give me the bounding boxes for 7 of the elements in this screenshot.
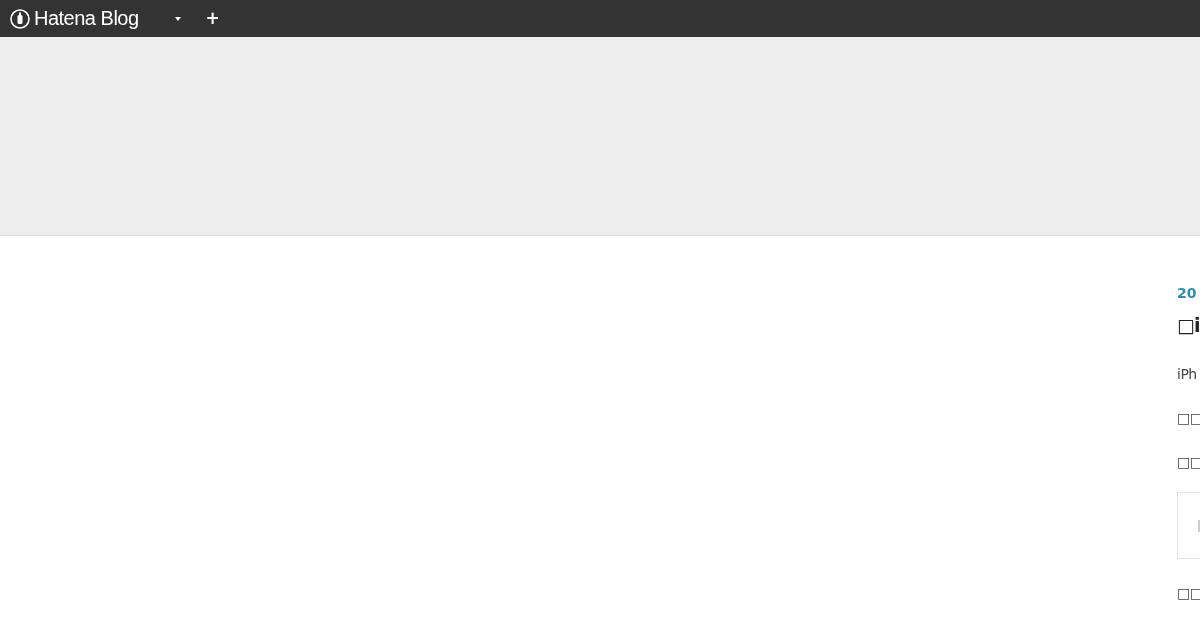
dropdown-caret-icon[interactable] — [174, 16, 181, 21]
logo-link[interactable]: Hatena Blog — [10, 7, 139, 30]
logo-icon — [10, 8, 30, 29]
paragraph: iPh — [1177, 365, 1198, 384]
entry-date[interactable]: 20 — [1177, 284, 1200, 302]
add-button[interactable]: + — [203, 10, 222, 27]
entry-title[interactable]: □i — [1177, 310, 1200, 340]
